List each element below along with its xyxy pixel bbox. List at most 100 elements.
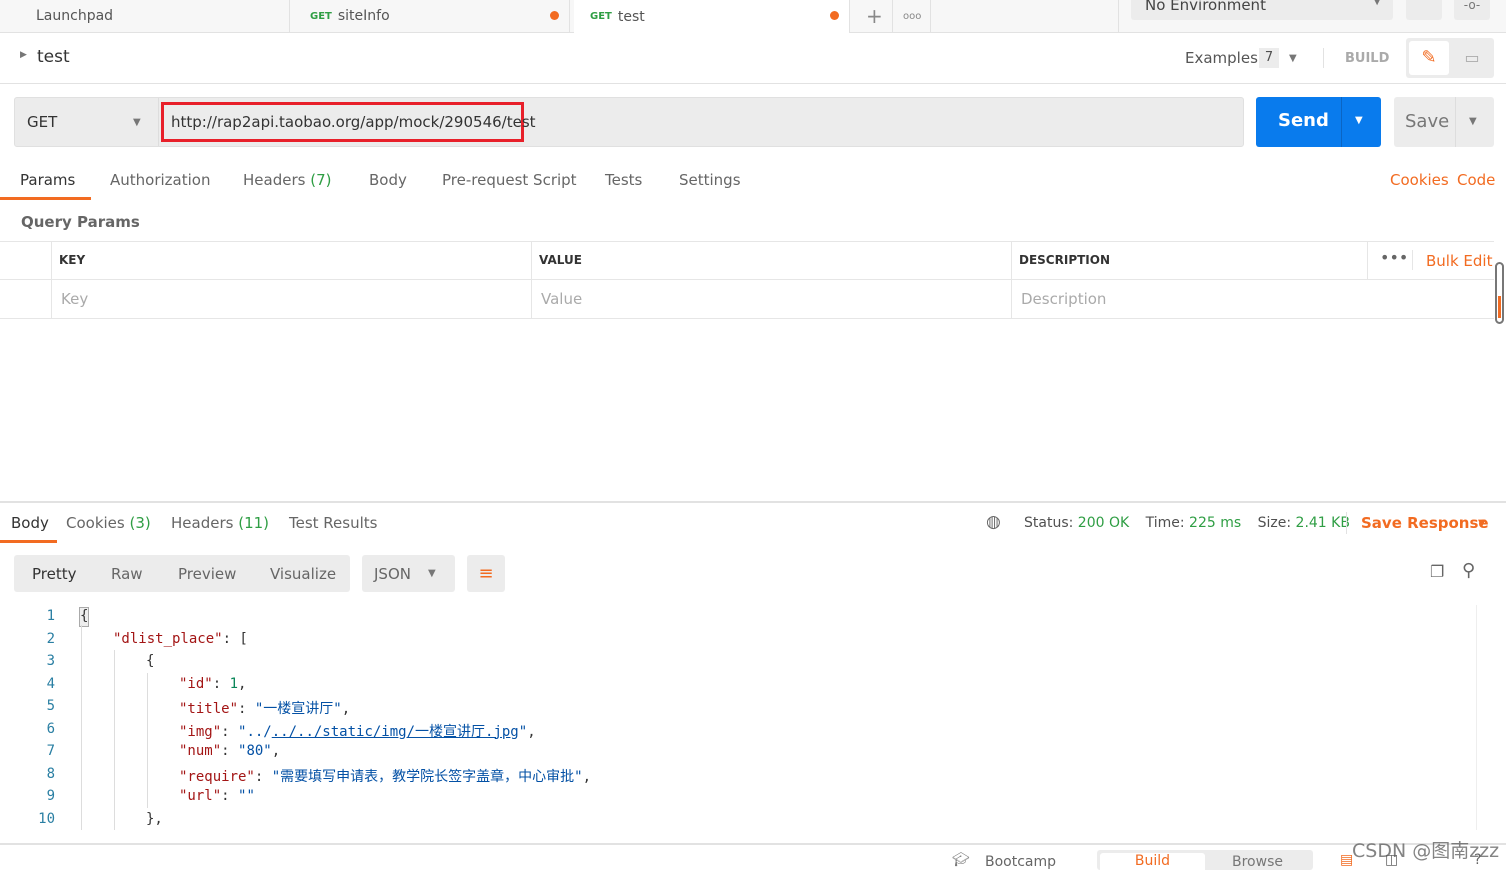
tab-label: Test Results — [289, 514, 378, 532]
view-preview[interactable]: Preview — [178, 565, 236, 583]
save-button[interactable]: Save ▼ — [1394, 97, 1494, 147]
environment-select[interactable]: No Environment ▼ — [1131, 0, 1393, 20]
method-select[interactable]: GET — [27, 113, 57, 131]
view-visualize[interactable]: Visualize — [270, 565, 336, 583]
format-label: JSON — [374, 565, 411, 583]
code-token: " — [518, 723, 528, 740]
chevron-down-icon[interactable]: ▼ — [133, 117, 141, 128]
tab-settings[interactable]: Settings — [679, 160, 741, 200]
globe-icon[interactable]: ◍ — [986, 512, 1001, 532]
value-input[interactable]: Value — [531, 280, 1011, 318]
save-response-button[interactable]: Save Response — [1361, 514, 1489, 532]
response-tab-test-results[interactable]: Test Results — [289, 503, 377, 543]
size-value[interactable]: 2.41 KB — [1296, 515, 1350, 531]
tab-launchpad[interactable]: Launchpad — [0, 0, 290, 32]
eye-button[interactable] — [1406, 0, 1442, 20]
view-pretty[interactable]: Pretty — [32, 565, 77, 583]
tab-label: Headers — [243, 171, 306, 189]
code-token: , — [582, 768, 592, 785]
send-button[interactable]: Send ▼ — [1256, 97, 1381, 147]
code-token: "dlist_place" — [113, 630, 223, 647]
code-token: { — [80, 608, 89, 624]
view-raw[interactable]: Raw — [111, 565, 143, 583]
indent-guide — [114, 650, 115, 830]
response-tab-body[interactable]: Body — [11, 503, 49, 543]
active-tab-indicator — [0, 197, 91, 200]
tab-label: Body — [369, 171, 407, 189]
tab-tests[interactable]: Tests — [605, 160, 642, 200]
chevron-down-icon[interactable]: ▼ — [1478, 518, 1486, 529]
code-token: 1 — [229, 675, 239, 692]
code-token: : — [221, 743, 239, 759]
scrollbar-thumb[interactable] — [1498, 296, 1501, 318]
code-token: : [ — [222, 630, 248, 647]
request-name[interactable]: test — [37, 47, 70, 67]
code-line: { — [80, 608, 88, 624]
browse-toggle[interactable]: Browse — [1232, 854, 1283, 870]
tab-count: (11) — [238, 514, 270, 532]
tab-count: (7) — [310, 171, 332, 189]
code-token: : — [221, 723, 239, 740]
divider — [0, 83, 1506, 84]
caret-right-icon[interactable]: ▶ — [20, 50, 27, 60]
watermark: CSDN @图南zzz — [1352, 840, 1500, 862]
tab-label: siteInfo — [337, 8, 390, 24]
examples-button[interactable]: Examples — [1185, 49, 1258, 67]
method-badge: GET — [310, 10, 332, 22]
format-select[interactable]: JSON ▼ — [362, 555, 455, 592]
chevron-down-icon[interactable]: ▼ — [1289, 53, 1297, 64]
more-icon[interactable]: ••• — [1380, 248, 1408, 267]
line-number: 8 — [46, 765, 55, 782]
bulk-edit-link[interactable]: Bulk Edit — [1426, 252, 1492, 270]
path-link[interactable]: ../../static/img/一楼宣讲厅.jpg — [272, 724, 519, 740]
build-toggle[interactable]: Build — [1100, 853, 1205, 873]
tab-siteinfo[interactable]: GET siteInfo — [294, 0, 570, 32]
response-body-editor[interactable]: 1{2 "dlist_place": [3{4 "id": 1, 5 "title": … — [0, 605, 1476, 835]
method-badge: GET — [590, 11, 612, 22]
tab-options-button[interactable]: ooo — [894, 0, 931, 32]
column-header-description: DESCRIPTION — [1011, 242, 1367, 279]
code-line: "img": "../../../static/img/一楼宣讲厅.jpg", — [179, 721, 536, 741]
pencil-icon[interactable]: ✎ — [1409, 41, 1449, 75]
code-token: : — [221, 788, 239, 804]
search-icon[interactable]: ⚲ — [1462, 560, 1475, 581]
tab-test[interactable]: GET test — [574, 0, 850, 33]
tab-label: Authorization — [110, 171, 211, 189]
tab-authorization[interactable]: Authorization — [110, 160, 210, 200]
comment-icon[interactable]: ▭ — [1452, 41, 1492, 75]
new-tab-button[interactable]: + — [857, 0, 893, 32]
tab-params[interactable]: Params — [20, 160, 75, 200]
line-number: 1 — [46, 608, 55, 624]
code-token: "img" — [179, 723, 222, 740]
code-token: { — [146, 653, 155, 669]
code-token: "需要填写申请表，教学院长签字盖章，中心审批" — [271, 768, 583, 785]
line-number: 7 — [46, 743, 55, 759]
tab-body[interactable]: Body — [369, 160, 407, 200]
wrap-lines-button[interactable]: ≡ — [467, 555, 505, 592]
response-tab-cookies[interactable]: Cookies (3) — [66, 503, 151, 543]
scrollbar[interactable] — [1495, 262, 1504, 324]
status-value[interactable]: 200 OK — [1078, 515, 1129, 531]
editor-scrollbar[interactable] — [1476, 605, 1477, 830]
time-value[interactable]: 225 ms — [1189, 515, 1241, 531]
tab-label: Pre-request Script — [442, 171, 577, 189]
divider — [1341, 97, 1342, 147]
chevron-down-icon[interactable]: ▼ — [1469, 116, 1477, 127]
code-link[interactable]: Code — [1457, 160, 1495, 200]
copy-icon[interactable]: ❐ — [1430, 562, 1444, 581]
settings-button[interactable]: -o- — [1454, 0, 1490, 20]
description-input[interactable]: Description — [1011, 280, 1494, 318]
url-input[interactable]: http://rap2api.taobao.org/app/mock/29054… — [171, 113, 536, 131]
tab-pre-request-script[interactable]: Pre-request Script — [442, 160, 577, 200]
response-meta: Status: 200 OK Time: 225 ms Size: 2.41 K… — [1024, 515, 1350, 531]
code-token: "" — [238, 788, 255, 804]
key-input[interactable]: Key — [51, 280, 531, 318]
chevron-down-icon[interactable]: ▼ — [1355, 115, 1363, 126]
tab-headers[interactable]: Headers (7) — [243, 160, 331, 200]
response-tab-headers[interactable]: Headers (11) — [171, 503, 269, 543]
cookies-link[interactable]: Cookies — [1390, 160, 1449, 200]
code-token: : — [212, 675, 230, 692]
divider — [1118, 0, 1119, 32]
bootcamp-link[interactable]: Bootcamp — [985, 854, 1056, 870]
code-token: , — [271, 743, 281, 759]
